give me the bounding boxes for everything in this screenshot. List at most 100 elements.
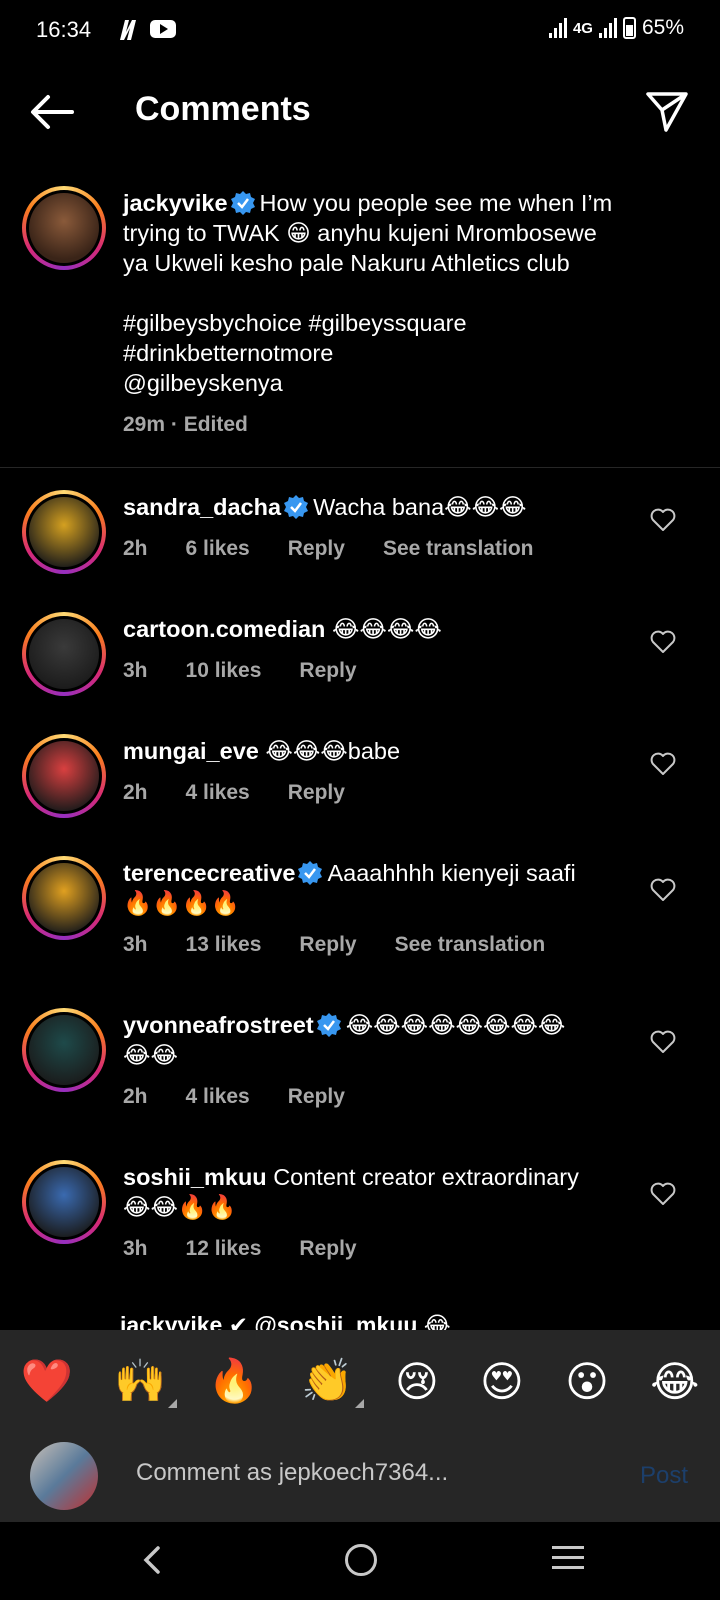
back-arrow-icon[interactable] <box>28 92 76 132</box>
comment-username[interactable]: cartoon.comedian <box>123 616 325 642</box>
system-nav-bar <box>0 1522 720 1600</box>
signal-icon-2 <box>598 18 617 38</box>
comment-time: 3h <box>123 659 148 682</box>
comment-text-2: 🔥🔥🔥🔥 <box>123 890 241 916</box>
battery-icon <box>622 17 636 39</box>
comment-text: 😂😂😂😂😂😂😂😂 <box>345 1012 566 1038</box>
caption-username[interactable]: jackyvike <box>123 190 228 216</box>
caption-time: 29m <box>123 413 166 436</box>
reply-button[interactable]: Reply <box>288 537 345 560</box>
comment-text: Wacha bana😂😂😂 <box>313 494 527 520</box>
avatar[interactable] <box>22 186 106 270</box>
divider <box>0 467 720 468</box>
comment-meta: 2h 4 likes Reply <box>123 1082 623 1112</box>
comment-time: 2h <box>123 781 148 804</box>
like-heart-icon[interactable] <box>650 508 676 532</box>
comment-avatar[interactable] <box>22 734 106 818</box>
comment-time: 2h <box>123 1085 148 1108</box>
emoji-reaction-1[interactable]: 🙌 <box>114 1356 177 1408</box>
comment-body: mungai_eve 😂😂😂babe 2h 4 likes Reply <box>123 736 623 808</box>
comment-avatar[interactable] <box>22 856 106 940</box>
comment-meta: 3h 10 likes Reply <box>123 656 623 686</box>
emoji-reaction-7[interactable]: 😂 <box>650 1357 699 1406</box>
signal-icon <box>548 18 567 38</box>
send-icon[interactable] <box>644 88 690 134</box>
comment-body: terencecreative Aaaahhhh kienyeji saafi 🔥… <box>123 858 623 960</box>
see-translation-button[interactable]: See translation <box>383 537 534 560</box>
comment-username[interactable]: yvonneafrostreet <box>123 1012 314 1038</box>
comment-likes[interactable]: 4 likes <box>186 1085 250 1108</box>
comment-avatar[interactable] <box>22 612 106 696</box>
reply-button[interactable]: Reply <box>299 659 356 682</box>
verified-badge-icon <box>230 191 255 215</box>
caption-mention[interactable]: @gilbeyskenya <box>123 368 683 398</box>
nav-back-icon[interactable] <box>140 1544 164 1576</box>
page-title: Comments <box>135 90 311 128</box>
avatar-image <box>29 863 99 933</box>
avatar-image <box>29 497 99 567</box>
comment-likes[interactable]: 12 likes <box>186 1237 262 1260</box>
comment-username[interactable]: terencecreative <box>123 860 295 886</box>
user-avatar <box>30 1442 98 1510</box>
youtube-icon <box>150 20 176 38</box>
comment-username[interactable]: mungai_eve <box>123 738 259 764</box>
see-translation-button[interactable]: See translation <box>395 933 546 956</box>
comment-text: 😂😂😂😂 <box>331 616 442 642</box>
comment-likes[interactable]: 6 likes <box>186 537 250 560</box>
comment-likes[interactable]: 4 likes <box>186 781 250 804</box>
netflix-icon <box>120 20 136 40</box>
nav-recents-icon[interactable] <box>552 1546 584 1576</box>
comment-body: soshii_mkuu Content creator extraordinar… <box>123 1162 623 1264</box>
comment-avatar[interactable] <box>22 1160 106 1244</box>
reply-button[interactable]: Reply <box>299 1237 356 1260</box>
caption-hashtags-2[interactable]: #drinkbetternotmore <box>123 338 683 368</box>
comment-meta: 2h 6 likes Reply See translation <box>123 534 623 564</box>
caption-meta: 29m · Edited <box>123 413 248 436</box>
caption-line-1: How you people see me when I’m <box>259 190 613 216</box>
emoji-reaction-5[interactable]: 😍 <box>480 1357 524 1406</box>
comment-input[interactable]: Comment as jepkoech7364... <box>136 1459 448 1487</box>
comment-body: yvonneafrostreet 😂😂😂😂😂😂😂😂 😂😂 2h 4 likes Rep… <box>123 1010 623 1112</box>
comment-meta: 2h 4 likes Reply <box>123 778 623 808</box>
verified-badge-icon <box>284 495 309 519</box>
caption-line-2: trying to TWAK 😁 anyhu kujeni Mrombosewe <box>123 220 597 246</box>
emoji-reaction-2[interactable]: 🔥 <box>208 1356 260 1406</box>
emoji-reaction-3[interactable]: 👏 <box>301 1356 365 1408</box>
comment-avatar[interactable] <box>22 490 106 574</box>
like-heart-icon[interactable] <box>650 752 676 776</box>
comment-likes[interactable]: 13 likes <box>186 933 262 956</box>
avatar-image <box>29 619 99 689</box>
reply-button[interactable]: Reply <box>288 1085 345 1108</box>
caption-text: jackyvike How you people see me when I’m … <box>123 188 683 440</box>
verified-badge-icon <box>298 861 323 885</box>
comment-text-2: 😂😂🔥🔥 <box>123 1194 237 1220</box>
comment-text: Content creator extraordinary <box>273 1164 579 1190</box>
caption-hashtags-1[interactable]: #gilbeysbychoice #gilbeyssquare <box>123 308 683 338</box>
emoji-quick-bar: ❤️ 🙌 🔥 👏 😢 😍 😮 😂 <box>0 1330 720 1432</box>
comment-username[interactable]: sandra_dacha <box>123 494 281 520</box>
like-heart-icon[interactable] <box>650 630 676 654</box>
comment-body: cartoon.comedian 😂😂😂😂 3h 10 likes Reply <box>123 614 623 686</box>
status-bar: 16:34 4G 65% <box>0 0 720 62</box>
verified-badge-icon <box>316 1013 341 1037</box>
battery-percent: 65% <box>641 16 684 39</box>
emoji-reaction-0[interactable]: ❤️ <box>21 1356 73 1406</box>
comment-username[interactable]: soshii_mkuu <box>123 1164 267 1190</box>
emoji-reaction-6[interactable]: 😮 <box>565 1357 609 1406</box>
reply-button[interactable]: Reply <box>288 781 345 804</box>
comment-avatar[interactable] <box>22 1008 106 1092</box>
comment-meta: 3h 12 likes Reply <box>123 1234 623 1264</box>
comment-meta: 3h 13 likes Reply See translation <box>123 930 623 960</box>
comment-time: 2h <box>123 537 148 560</box>
avatar-image <box>29 741 99 811</box>
nav-home-icon[interactable] <box>345 1544 377 1576</box>
comment-likes[interactable]: 10 likes <box>186 659 262 682</box>
comment-time: 3h <box>123 933 148 956</box>
post-button[interactable]: Post <box>640 1462 688 1490</box>
comment-text-2: 😂😂 <box>123 1042 178 1068</box>
like-heart-icon[interactable] <box>650 1030 676 1054</box>
like-heart-icon[interactable] <box>650 1182 676 1206</box>
emoji-reaction-4[interactable]: 😢 <box>395 1357 439 1406</box>
like-heart-icon[interactable] <box>650 878 676 902</box>
reply-button[interactable]: Reply <box>299 933 356 956</box>
